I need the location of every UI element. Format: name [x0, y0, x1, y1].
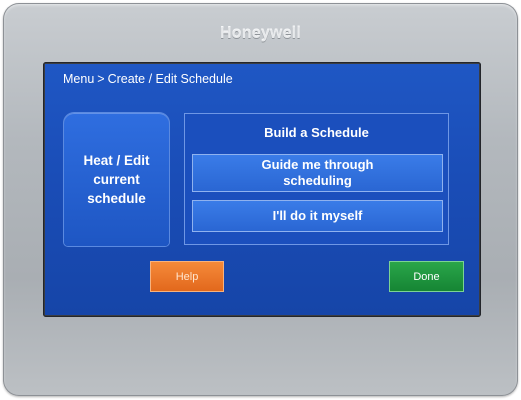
help-label: Help	[175, 270, 199, 283]
heat-edit-schedule-button[interactable]: Heat / Edit current schedule	[64, 113, 169, 246]
done-label: Done	[413, 270, 440, 283]
do-it-myself-button[interactable]: I'll do it myself	[192, 200, 443, 232]
build-schedule-panel: Build a Schedule Guide me through schedu…	[184, 113, 449, 245]
breadcrumb: Menu > Create / Edit Schedule	[63, 72, 233, 86]
breadcrumb-item-current: Create / Edit Schedule	[107, 72, 233, 86]
done-button[interactable]: Done	[389, 261, 464, 292]
guide-me-label: Guide me through scheduling	[261, 157, 374, 188]
breadcrumb-separator: >	[97, 72, 105, 86]
panel-title: Build a Schedule	[264, 125, 369, 140]
touch-screen: Menu > Create / Edit Schedule Heat / Edit …	[45, 64, 479, 315]
brand-logo: Honeywell	[220, 25, 301, 42]
guide-me-button[interactable]: Guide me through scheduling	[192, 154, 443, 192]
heat-edit-schedule-label: Heat / Edit current schedule	[83, 153, 150, 206]
do-it-myself-label: I'll do it myself	[272, 208, 363, 223]
breadcrumb-item-menu[interactable]: Menu	[63, 72, 94, 86]
thermostat-device: Honeywell Menu > Create / Edit Schedule He…	[3, 3, 518, 396]
help-button[interactable]: Help	[150, 261, 224, 292]
